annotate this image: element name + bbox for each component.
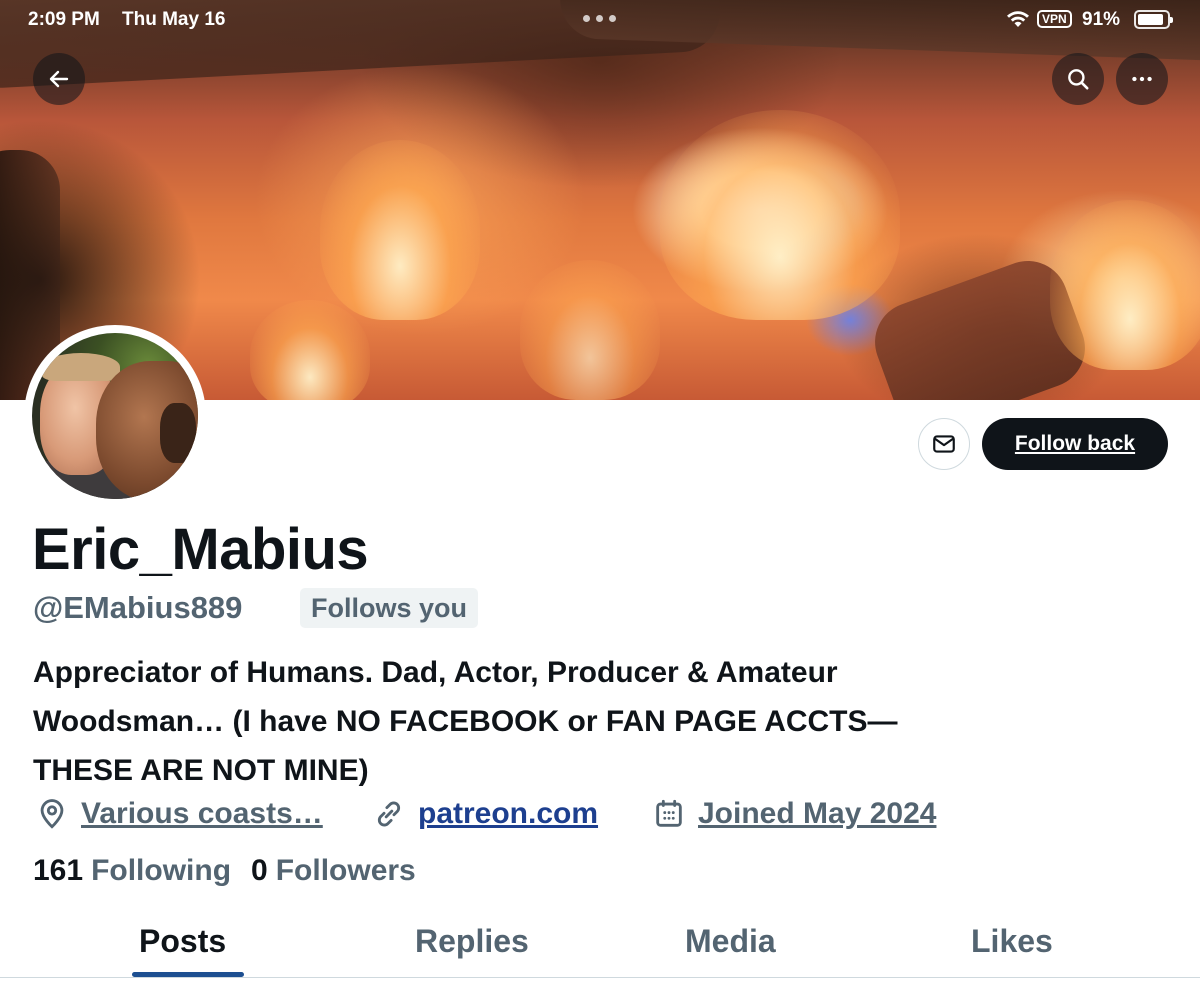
- message-button[interactable]: [918, 418, 970, 470]
- followers-link[interactable]: 0 Followers: [251, 854, 416, 888]
- joined-item: Joined May 2024: [652, 794, 936, 834]
- location-item[interactable]: Various coasts…: [35, 794, 323, 834]
- followers-count: 0: [251, 854, 268, 887]
- arrow-left-icon: [49, 70, 69, 88]
- display-name: Eric_Mabius: [32, 517, 369, 582]
- profile-avatar[interactable]: [24, 325, 206, 507]
- follow-stats: 161 Following 0 Followers: [33, 854, 416, 888]
- bio-line: THESE ARE NOT MINE): [33, 754, 369, 787]
- avatar-photo: [32, 333, 198, 499]
- status-date: Thu May 16: [122, 9, 226, 30]
- wifi-icon: [1007, 11, 1029, 27]
- following-label: Following: [91, 854, 232, 887]
- follows-you-badge: Follows you: [300, 588, 479, 628]
- status-bar: 2:09 PM Thu May 16 VPN 91%: [0, 0, 1200, 40]
- following-link[interactable]: 161 Following: [33, 854, 231, 888]
- followers-label: Followers: [275, 854, 416, 887]
- battery-percent: 91%: [1082, 9, 1121, 30]
- profile-tabs: Posts Replies Media Likes: [0, 905, 1200, 978]
- tab-media[interactable]: Media: [685, 923, 776, 960]
- search-button[interactable]: [1052, 53, 1104, 105]
- follow-back-button[interactable]: Follow back: [982, 418, 1168, 470]
- calendar-icon: [656, 799, 682, 827]
- battery-icon: [1134, 10, 1173, 29]
- status-time: 2:09 PM: [28, 9, 100, 30]
- back-button[interactable]: [33, 53, 85, 105]
- envelope-icon: [933, 435, 955, 453]
- more-button[interactable]: [1116, 53, 1168, 105]
- tab-likes[interactable]: Likes: [971, 923, 1053, 960]
- bio-line: Appreciator of Humans. Dad, Actor, Produ…: [33, 656, 838, 689]
- profile-bio: Appreciator of Humans. Dad, Actor, Produ…: [33, 648, 1133, 795]
- vpn-badge: VPN: [1037, 10, 1072, 28]
- following-count: 161: [33, 854, 84, 887]
- user-handle: @EMabius889: [33, 590, 243, 625]
- website-item[interactable]: patreon.com: [372, 794, 598, 834]
- search-icon: [1068, 69, 1089, 90]
- tab-posts[interactable]: Posts: [139, 923, 226, 960]
- website-link[interactable]: patreon.com: [418, 797, 598, 831]
- location-pin-icon: [40, 799, 64, 829]
- multitasking-dots-icon[interactable]: [583, 15, 616, 22]
- active-tab-indicator: [132, 972, 244, 977]
- location-text[interactable]: Various coasts…: [81, 797, 323, 831]
- tab-replies[interactable]: Replies: [415, 923, 529, 960]
- bio-line: Woodsman… (I have NO FACEBOOK or FAN PAG…: [33, 705, 898, 738]
- more-horizontal-icon: [1132, 76, 1152, 82]
- joined-date: Joined May 2024: [698, 797, 937, 830]
- link-icon: [377, 801, 401, 827]
- profile-banner[interactable]: [0, 0, 1200, 400]
